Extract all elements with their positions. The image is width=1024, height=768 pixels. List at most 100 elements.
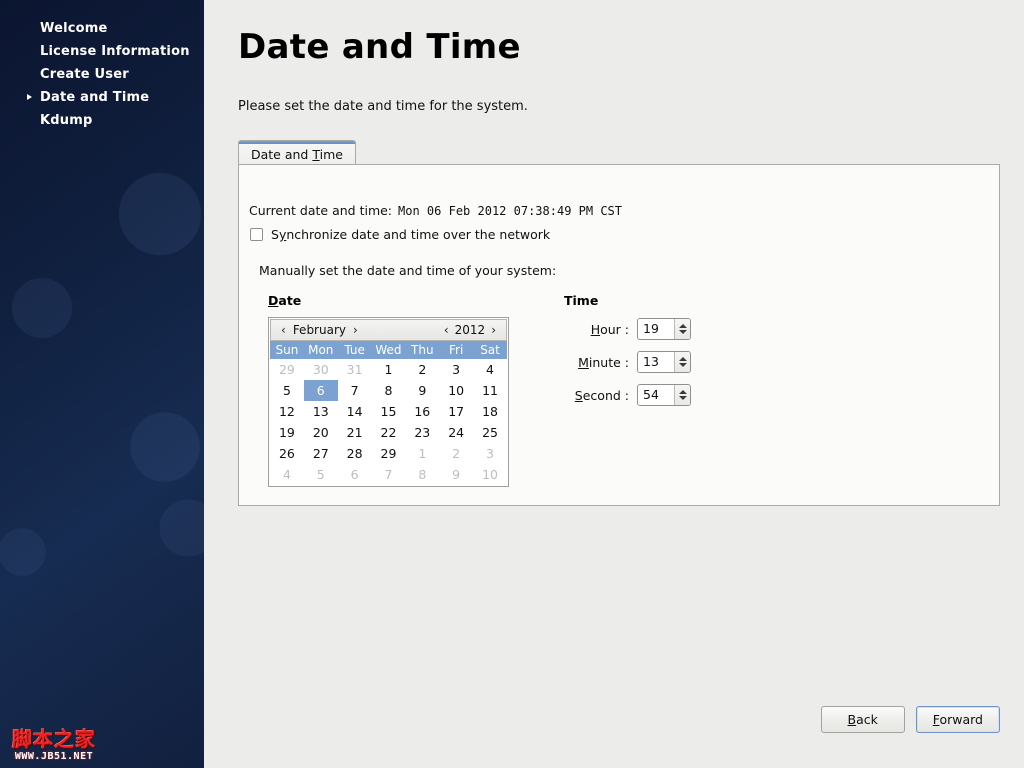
second-row: Second : 54 <box>564 384 764 406</box>
calendar-day[interactable]: 13 <box>304 401 338 422</box>
page-subtitle: Please set the date and time for the sys… <box>238 99 528 114</box>
calendar-day[interactable]: 29 <box>372 443 406 464</box>
calendar-day[interactable]: 9 <box>439 464 473 485</box>
calendar-day[interactable]: 28 <box>338 443 372 464</box>
calendar-body: 2930311234567891011121314151617181920212… <box>270 359 507 485</box>
calendar-day[interactable]: 19 <box>270 422 304 443</box>
calendar-day[interactable]: 7 <box>338 380 372 401</box>
tab-label-mnemonic: T <box>312 147 319 162</box>
calendar-day[interactable]: 25 <box>473 422 507 443</box>
minute-spinner[interactable]: 13 <box>637 351 691 373</box>
minute-input[interactable]: 13 <box>638 352 674 372</box>
forward-button[interactable]: Forward <box>916 706 1000 733</box>
hour-stepper[interactable] <box>674 319 690 339</box>
second-stepper[interactable] <box>674 385 690 405</box>
next-year-icon[interactable]: › <box>487 323 500 337</box>
calendar-widget[interactable]: ‹ February › ‹ 2012 › Sun <box>268 317 509 487</box>
calendar-day[interactable]: 2 <box>439 443 473 464</box>
calendar-day[interactable]: 15 <box>372 401 406 422</box>
calendar-day[interactable]: 30 <box>304 359 338 380</box>
calendar-day[interactable]: 7 <box>372 464 406 485</box>
chevron-down-icon[interactable] <box>679 396 687 400</box>
calendar-day[interactable]: 6 <box>338 464 372 485</box>
date-block: Date ‹ February › ‹ 2012 › <box>268 293 509 487</box>
hour-spinner[interactable]: 19 <box>637 318 691 340</box>
calendar-day[interactable]: 5 <box>270 380 304 401</box>
calendar-day[interactable]: 1 <box>372 359 406 380</box>
calendar-day[interactable]: 3 <box>439 359 473 380</box>
calendar-day[interactable]: 4 <box>270 464 304 485</box>
calendar-day[interactable]: 5 <box>304 464 338 485</box>
tab-row: Date and Time <box>238 140 1000 165</box>
chevron-up-icon[interactable] <box>679 357 687 361</box>
sidebar-item-kdump[interactable]: Kdump <box>0 112 204 129</box>
hour-input[interactable]: 19 <box>638 319 674 339</box>
tab-date-and-time[interactable]: Date and Time <box>238 140 356 165</box>
sync-network-row[interactable]: Synchronize date and time over the netwo… <box>250 227 550 242</box>
hour-label: Hour : <box>564 322 637 337</box>
calendar-day[interactable]: 9 <box>405 380 439 401</box>
current-datetime-label: Current date and time: <box>249 203 392 218</box>
weekday-sun: Sun <box>270 341 304 359</box>
calendar-day[interactable]: 1 <box>405 443 439 464</box>
calendar-day[interactable]: 17 <box>439 401 473 422</box>
second-input[interactable]: 54 <box>638 385 674 405</box>
sidebar-item-welcome[interactable]: Welcome <box>0 20 204 37</box>
chevron-up-icon[interactable] <box>679 390 687 394</box>
second-spinner[interactable]: 54 <box>637 384 691 406</box>
chevron-down-icon[interactable] <box>679 330 687 334</box>
calendar-day[interactable]: 14 <box>338 401 372 422</box>
calendar-day[interactable]: 21 <box>338 422 372 443</box>
calendar-week-row: 12131415161718 <box>270 401 507 422</box>
calendar-day[interactable]: 26 <box>270 443 304 464</box>
calendar-day-selected[interactable]: 6 <box>304 380 338 401</box>
weekday-thu: Thu <box>405 341 439 359</box>
calendar-weekday-header: Sun Mon Tue Wed Thu Fri Sat <box>270 341 507 359</box>
calendar-week-row: 567891011 <box>270 380 507 401</box>
chevron-down-icon[interactable] <box>679 363 687 367</box>
calendar-day[interactable]: 4 <box>473 359 507 380</box>
sidebar-item-label: Kdump <box>40 113 93 128</box>
manual-set-label: Manually set the date and time of your s… <box>259 263 556 278</box>
minute-label: Minute : <box>564 355 637 370</box>
weekday-fri: Fri <box>439 341 473 359</box>
calendar-day[interactable]: 16 <box>405 401 439 422</box>
calendar-day[interactable]: 12 <box>270 401 304 422</box>
calendar-day[interactable]: 20 <box>304 422 338 443</box>
calendar-day[interactable]: 31 <box>338 359 372 380</box>
sync-network-checkbox[interactable] <box>250 228 263 241</box>
calendar-day[interactable]: 23 <box>405 422 439 443</box>
chevron-up-icon[interactable] <box>679 324 687 328</box>
watermark-text: 脚本之家 <box>8 729 100 749</box>
calendar-day[interactable]: 27 <box>304 443 338 464</box>
prev-year-icon[interactable]: ‹ <box>440 323 453 337</box>
sidebar-nav: Welcome License Information Create User … <box>0 0 204 129</box>
calendar-day[interactable]: 10 <box>473 464 507 485</box>
time-block: Time Hour : 19 Minute : <box>564 293 764 417</box>
back-button[interactable]: Back <box>821 706 905 733</box>
sidebar-item-create-user[interactable]: Create User <box>0 66 204 83</box>
calendar-day[interactable]: 10 <box>439 380 473 401</box>
calendar-day[interactable]: 11 <box>473 380 507 401</box>
calendar-day[interactable]: 2 <box>405 359 439 380</box>
calendar-day[interactable]: 8 <box>405 464 439 485</box>
calendar-day[interactable]: 29 <box>270 359 304 380</box>
calendar-day[interactable]: 22 <box>372 422 406 443</box>
page-title: Date and Time <box>238 27 521 67</box>
calendar-week-row: 45678910 <box>270 464 507 485</box>
tab-label-part1: Date and <box>251 147 312 162</box>
minute-stepper[interactable] <box>674 352 690 372</box>
sidebar-item-license-information[interactable]: License Information <box>0 43 204 60</box>
calendar-week-row: 2930311234 <box>270 359 507 380</box>
watermark: 脚本之家 WWW.JB51.NET <box>8 729 100 762</box>
calendar-day[interactable]: 8 <box>372 380 406 401</box>
calendar-week-row: 19202122232425 <box>270 422 507 443</box>
calendar-day[interactable]: 24 <box>439 422 473 443</box>
calendar-header: ‹ February › ‹ 2012 › <box>270 319 507 341</box>
calendar-day[interactable]: 18 <box>473 401 507 422</box>
prev-month-icon[interactable]: ‹ <box>277 323 290 337</box>
next-month-icon[interactable]: › <box>349 323 362 337</box>
calendar-day[interactable]: 3 <box>473 443 507 464</box>
sidebar-item-date-and-time[interactable]: Date and Time <box>0 89 204 106</box>
minute-row: Minute : 13 <box>564 351 764 373</box>
